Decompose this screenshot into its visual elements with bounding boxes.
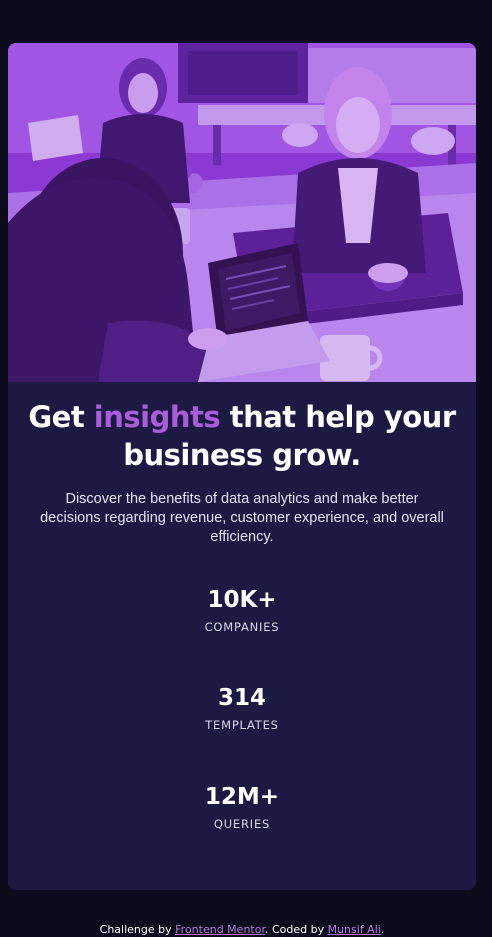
stat-value: 314 xyxy=(217,685,266,711)
attribution-prefix: Challenge by xyxy=(99,923,176,936)
stat-label: TEMPLATES xyxy=(205,718,279,732)
description: Discover the benefits of data analytics … xyxy=(40,491,444,545)
author-link[interactable]: Munsif Ali xyxy=(328,923,381,936)
headline-text-start: Get xyxy=(28,400,94,434)
stat-label: COMPANIES xyxy=(204,620,280,634)
stat-companies: 10K+ COMPANIES xyxy=(8,586,476,634)
frontend-mentor-link[interactable]: Frontend Mentor xyxy=(175,923,265,936)
office-team-photo xyxy=(8,43,476,382)
stat-value: 10K+ xyxy=(207,587,277,613)
stat-label: QUERIES xyxy=(213,817,271,831)
stats-preview-card: Get insights that help your business gro… xyxy=(8,43,476,890)
attribution-middle: . Coded by xyxy=(264,923,328,936)
attribution-suffix: . xyxy=(380,923,385,936)
stat-queries: 12M+ QUERIES xyxy=(8,783,476,831)
headline: Get insights that help your business gro… xyxy=(8,398,476,474)
stat-value: 12M+ xyxy=(204,784,280,810)
headline-accent: insights xyxy=(93,400,221,434)
attribution-footer: Challenge by Frontend Mentor. Coded by M… xyxy=(0,923,484,937)
stat-templates: 314 TEMPLATES xyxy=(8,684,476,732)
header-image xyxy=(8,43,476,382)
